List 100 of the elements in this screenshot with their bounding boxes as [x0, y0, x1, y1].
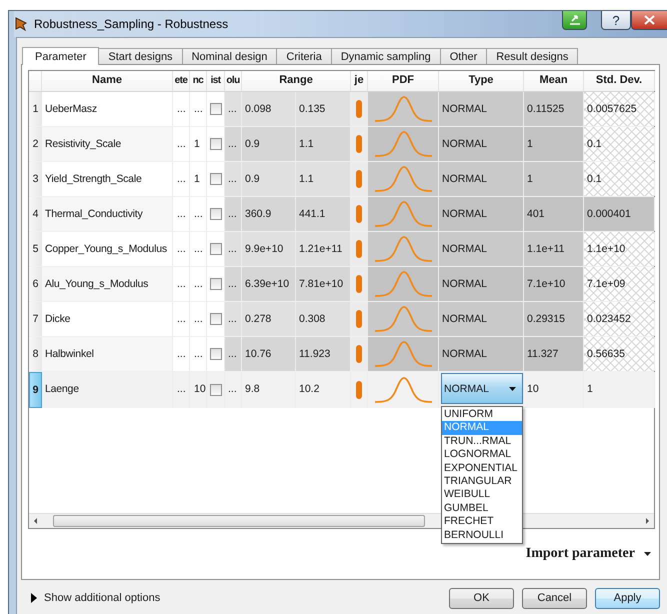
- scroll-left-icon[interactable]: [32, 517, 40, 525]
- row-header[interactable]: 9: [29, 372, 42, 408]
- table-cell: 0.023452: [584, 302, 655, 336]
- table-cell: 0.56635: [584, 337, 655, 371]
- table-cell: NORMAL: [439, 127, 524, 161]
- table-cell: NORMAL: [439, 337, 524, 371]
- column-header[interactable]: ist: [207, 71, 225, 91]
- tab[interactable]: Start designs: [98, 48, 183, 64]
- table-cell: Alu_Young_s_Modulus: [42, 267, 173, 301]
- status-pill-icon: [356, 170, 362, 188]
- table-cell: 0.098: [242, 92, 296, 126]
- scroll-right-icon[interactable]: [643, 517, 651, 525]
- pdf-curve-icon: [373, 200, 433, 228]
- row-header[interactable]: 7: [29, 302, 42, 336]
- row-header[interactable]: 1: [29, 92, 42, 126]
- table-cell: 9.8: [242, 372, 296, 408]
- pdf-curve-icon: [373, 340, 433, 368]
- table-cell: 11.923: [296, 337, 351, 371]
- table-cell: NORMAL: [439, 92, 524, 126]
- table-cell: 10: [524, 372, 584, 408]
- table-cell: NORMAL: [439, 302, 524, 336]
- table-cell: 1: [584, 372, 655, 408]
- import-parameter-button[interactable]: Import parameter: [526, 546, 651, 562]
- pdf-curve-icon: [373, 270, 433, 298]
- checkbox[interactable]: [210, 103, 222, 115]
- table-cell: 7.81e+10: [296, 267, 351, 301]
- table-cell: 7.1e+10: [524, 267, 584, 301]
- table-cell: Laenge: [42, 372, 173, 408]
- checkbox[interactable]: [210, 208, 222, 220]
- column-header[interactable]: PDF: [368, 71, 439, 91]
- row-header[interactable]: 5: [29, 232, 42, 266]
- checkbox[interactable]: [210, 173, 222, 185]
- table-cell: 0.000401: [584, 197, 655, 231]
- column-header[interactable]: nc: [190, 71, 207, 91]
- table-cell: ...: [225, 372, 242, 408]
- scrollbar-thumb[interactable]: [53, 515, 426, 527]
- dropdown-option[interactable]: FRECHET: [442, 515, 522, 529]
- table-cell: ...: [225, 232, 242, 266]
- column-header[interactable]: Std. Dev.: [584, 71, 655, 91]
- column-header[interactable]: Mean: [524, 71, 584, 91]
- dropdown-option[interactable]: WEIBULL: [442, 488, 522, 502]
- table-cell: 1.1: [296, 162, 351, 196]
- row-header[interactable]: 2: [29, 127, 42, 161]
- close-button[interactable]: [631, 11, 667, 30]
- caret-icon: [644, 552, 651, 556]
- row-header[interactable]: 8: [29, 337, 42, 371]
- column-header[interactable]: je: [351, 71, 368, 91]
- checkbox[interactable]: [210, 278, 222, 290]
- table-cell: 0.9: [242, 162, 296, 196]
- dialog-button[interactable]: Apply: [595, 588, 660, 608]
- tab[interactable]: Dynamic sampling: [330, 48, 441, 64]
- status-pill-icon: [356, 205, 362, 223]
- dropdown-option[interactable]: LOGNORMAL: [442, 448, 522, 462]
- table-cell: 10: [190, 372, 207, 408]
- dropdown-option[interactable]: TRUN...RMAL: [442, 434, 522, 448]
- help-button[interactable]: ?: [601, 11, 631, 30]
- table-cell: 10.76: [242, 337, 296, 371]
- column-header[interactable]: Type: [439, 71, 524, 91]
- dropdown-option[interactable]: UNIFORM: [442, 408, 522, 422]
- table-cell: 7.1e+09: [584, 267, 655, 301]
- table-cell: 1.1: [296, 127, 351, 161]
- row-header[interactable]: 3: [29, 162, 42, 196]
- type-dropdown[interactable]: NORMAL: [441, 373, 523, 404]
- status-pill-icon: [356, 100, 362, 118]
- table-cell: 1.1e+10: [584, 232, 655, 266]
- table-cell: Thermal_Conductivity: [42, 197, 173, 231]
- tab[interactable]: Result designs: [486, 48, 578, 64]
- dropdown-option[interactable]: EXPONENTIAL: [442, 462, 522, 475]
- table-cell: Resistivity_Scale: [42, 127, 173, 161]
- pdf-curve-icon: [373, 130, 433, 158]
- column-header[interactable]: ete: [173, 71, 190, 91]
- table-cell: 360.9: [242, 197, 296, 231]
- restore-button[interactable]: [562, 11, 587, 30]
- table-cell: 0.308: [296, 302, 351, 336]
- status-pill-icon: [356, 310, 362, 328]
- dropdown-option[interactable]: BERNOULLI: [442, 528, 522, 542]
- checkbox[interactable]: [210, 243, 222, 255]
- column-header[interactable]: Name: [42, 71, 173, 91]
- show-options-toggle[interactable]: Show additional options: [29, 592, 160, 604]
- column-header[interactable]: olu: [225, 71, 242, 91]
- dialog-button[interactable]: OK: [449, 588, 514, 608]
- table-cell: NORMAL: [439, 232, 524, 266]
- checkbox[interactable]: [210, 313, 222, 325]
- checkbox[interactable]: [210, 348, 222, 360]
- table-cell: ...: [225, 337, 242, 371]
- tab[interactable]: Other: [440, 48, 488, 64]
- dialog-button[interactable]: Cancel: [522, 588, 587, 608]
- checkbox[interactable]: [210, 384, 222, 396]
- checkbox[interactable]: [210, 138, 222, 150]
- row-header[interactable]: 4: [29, 197, 42, 231]
- table-cell: ...: [225, 127, 242, 161]
- row-header[interactable]: 6: [29, 267, 42, 301]
- dropdown-option[interactable]: GUMBEL: [442, 502, 522, 516]
- tab[interactable]: Parameter: [22, 47, 100, 65]
- dropdown-option[interactable]: TRIANGULAR: [442, 474, 522, 488]
- tab[interactable]: Criteria: [276, 48, 332, 64]
- column-header[interactable]: Range: [242, 71, 351, 91]
- table-cell: 441.1: [296, 197, 351, 231]
- tab[interactable]: Nominal design: [182, 48, 278, 64]
- table-cell: 0.278: [242, 302, 296, 336]
